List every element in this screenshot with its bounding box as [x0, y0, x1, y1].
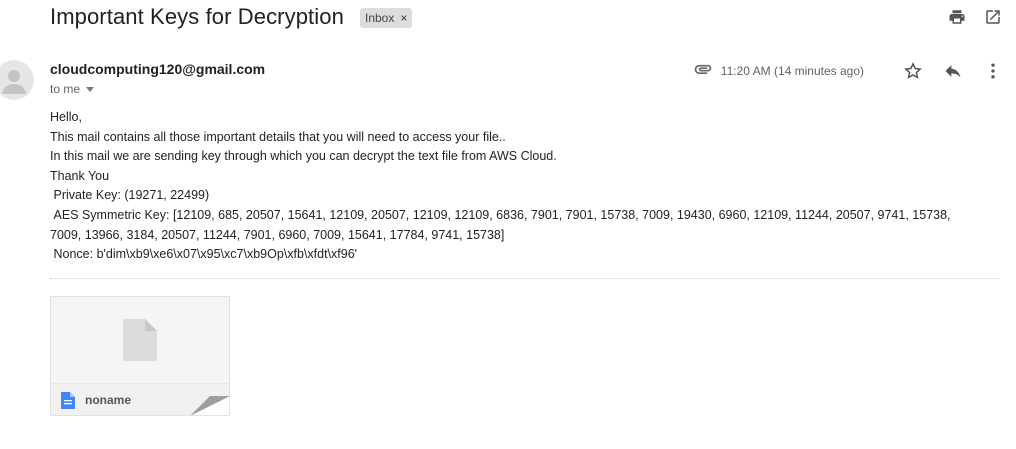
body-line: Hello,	[50, 110, 82, 124]
recipient-text: to me	[50, 82, 81, 96]
remove-label-icon[interactable]: ×	[400, 11, 407, 25]
star-icon[interactable]	[902, 60, 924, 82]
inbox-label-chip[interactable]: Inbox ×	[360, 8, 413, 28]
body-line: 7009, 13966, 3184, 20507, 11244, 7901, 6…	[50, 227, 505, 242]
sender-email[interactable]: cloudcomputing120@gmail.com	[50, 61, 265, 77]
attachment-preview	[51, 297, 229, 383]
more-vertical-icon[interactable]	[982, 60, 1004, 82]
body-line: AES Symmetric Key: [12109, 685, 20507, 1…	[50, 207, 951, 222]
body-line: Private Key: (19271, 22499)	[50, 188, 210, 203]
file-icon	[123, 319, 157, 361]
document-icon	[61, 391, 75, 409]
print-icon[interactable]	[948, 8, 966, 26]
body-line: This mail contains all those important d…	[50, 129, 506, 144]
page-fold-corner	[191, 396, 229, 415]
paperclip-icon	[693, 59, 713, 82]
message-meta: 11:20 AM (14 minutes ago)	[693, 59, 1004, 82]
message-time: 11:20 AM (14 minutes ago)	[720, 63, 864, 78]
top-actions	[948, 8, 1002, 26]
body-line: Nonce: b'dim\xb9\xe6\x07\x95\xc7\xb9Op\x…	[50, 247, 358, 262]
attachment-filename: noname	[85, 393, 132, 407]
attachments-divider	[50, 278, 1000, 279]
message-body: Hello, This mail contains all those impo…	[50, 108, 1000, 265]
recipient-details-toggle[interactable]: to me	[50, 82, 95, 96]
body-line: Thank You	[50, 168, 110, 183]
body-line: In this mail we are sending key through …	[50, 149, 557, 164]
sender-avatar[interactable]	[0, 60, 34, 100]
attachment-card[interactable]: noname	[50, 296, 230, 416]
email-subject: Important Keys for Decryption	[50, 4, 344, 29]
chevron-down-icon	[86, 86, 95, 92]
label-text: Inbox	[365, 11, 395, 25]
reply-icon[interactable]	[942, 60, 964, 82]
open-in-new-window-icon[interactable]	[984, 8, 1002, 26]
person-icon	[2, 70, 26, 94]
